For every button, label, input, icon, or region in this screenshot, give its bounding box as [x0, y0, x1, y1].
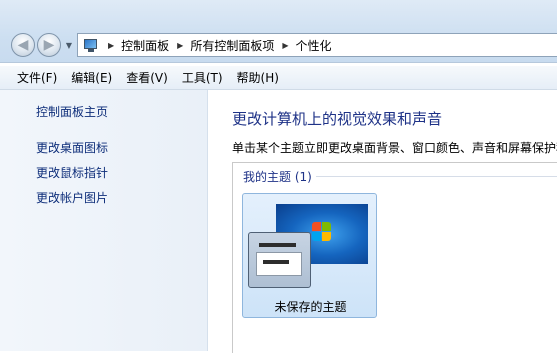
breadcrumb-control-panel[interactable]: 控制面板: [121, 37, 169, 54]
menu-view[interactable]: 查看(V): [119, 69, 175, 86]
breadcrumb-personalization[interactable]: 个性化: [296, 37, 332, 54]
recent-pages-dropdown[interactable]: ▼: [64, 41, 74, 51]
change-account-picture-link[interactable]: 更改帐户图片: [36, 189, 108, 206]
theme-list[interactable]: 我的主题 (1) 未保存的主题: [232, 162, 557, 353]
page-description: 单击某个主题立即更改桌面背景、窗口颜色、声音和屏幕保护程: [232, 141, 557, 155]
change-mouse-pointers-link[interactable]: 更改鼠标指针: [36, 164, 108, 181]
chevron-down-icon: ▼: [65, 41, 73, 50]
control-panel-icon: [83, 38, 100, 52]
menu-file[interactable]: 文件(F): [0, 69, 64, 86]
my-themes-group-label: 我的主题 (1): [243, 170, 312, 184]
menu-bar: 文件(F) 编辑(E) 查看(V) 工具(T) 帮助(H): [0, 66, 557, 90]
window-color-preview: [248, 232, 311, 288]
menu-tools[interactable]: 工具(T): [175, 69, 230, 86]
change-desktop-icons-link[interactable]: 更改桌面图标: [36, 139, 108, 156]
menu-help[interactable]: 帮助(H): [230, 69, 286, 86]
theme-item-unsaved[interactable]: 未保存的主题: [242, 193, 377, 318]
task-pane: 控制面板主页 更改桌面图标 更改鼠标指针 更改帐户图片: [0, 90, 208, 351]
group-divider: [316, 176, 557, 177]
breadcrumb-arrow-icon[interactable]: ▶: [177, 41, 183, 50]
back-arrow-icon: ◀: [17, 37, 29, 53]
control-panel-home-link[interactable]: 控制面板主页: [36, 103, 108, 120]
breadcrumb-arrow-icon[interactable]: ▶: [108, 41, 114, 50]
address-bar[interactable]: ▶ 控制面板 ▶ 所有控制面板项 ▶ 个性化: [77, 33, 557, 57]
forward-arrow-icon: ▶: [43, 37, 55, 53]
theme-label: 未保存的主题: [274, 300, 347, 314]
page-title: 更改计算机上的视觉效果和声音: [232, 110, 443, 128]
window-titlebar: ◀ ▶ ▼ ▶ 控制面板 ▶ 所有控制面板项 ▶ 个性化: [0, 0, 557, 63]
forward-button[interactable]: ▶: [37, 33, 61, 57]
breadcrumb-all-items[interactable]: 所有控制面板项: [190, 37, 274, 54]
windows-logo-icon: [312, 222, 332, 242]
main-content: 更改计算机上的视觉效果和声音 单击某个主题立即更改桌面背景、窗口颜色、声音和屏幕…: [208, 90, 557, 353]
back-button[interactable]: ◀: [11, 33, 35, 57]
breadcrumb-arrow-icon[interactable]: ▶: [282, 41, 288, 50]
menu-edit[interactable]: 编辑(E): [64, 69, 119, 86]
